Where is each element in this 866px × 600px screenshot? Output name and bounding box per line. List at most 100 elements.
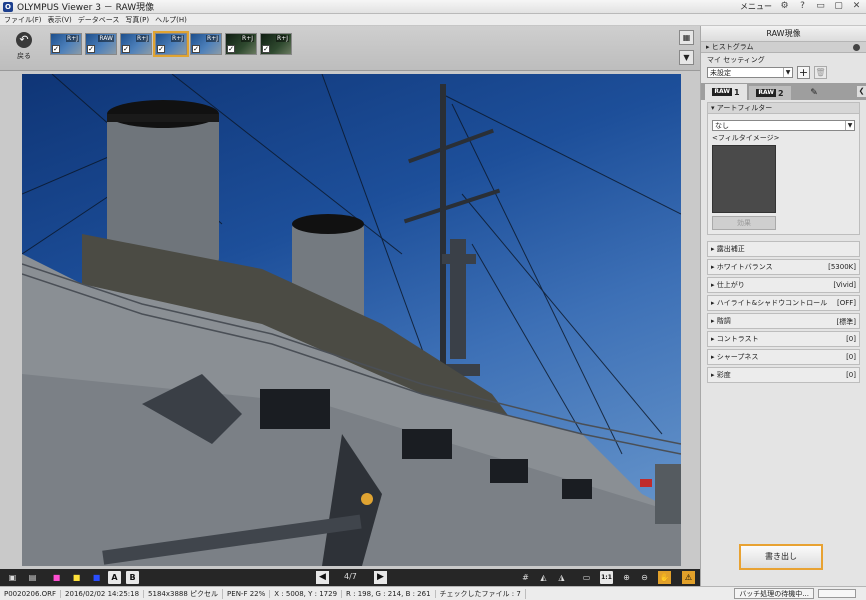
tab-raw-1[interactable]: RAW 1 [705, 84, 747, 100]
prop-value: [OFF] [836, 299, 856, 307]
prop-label: 仕上がり [716, 281, 745, 289]
my-setting-value: 未設定 [710, 69, 731, 77]
status-filename: P0020206.ORF [0, 589, 62, 598]
thumbnail[interactable]: R+J ✓ [260, 33, 292, 55]
filter-image-label: <フィルタイメージ> [712, 134, 780, 142]
thumbnail[interactable]: R+J ✓ [225, 33, 257, 55]
gradation-row[interactable]: ▸ 階調 [標準] [707, 313, 860, 329]
zoom-out-icon[interactable]: ⊖ [638, 571, 651, 584]
view-b-button[interactable]: B [126, 571, 139, 584]
menu-button[interactable]: メニュー [740, 1, 772, 12]
thumbnail-checkbox[interactable]: ✓ [122, 45, 130, 53]
thumbnail-checkbox[interactable]: ✓ [192, 45, 200, 53]
thumbnail[interactable]: RAW ✓ [85, 33, 117, 55]
copy-view-icon[interactable]: ▤ [26, 571, 39, 584]
grid-icon[interactable]: # [519, 571, 532, 584]
label-yellow-icon[interactable]: ■ [70, 571, 83, 584]
histogram-toggle-icon[interactable] [853, 44, 860, 51]
raw-badge: RAW [756, 89, 777, 97]
export-button[interactable]: 書き出し [739, 544, 823, 570]
prop-label: ホワイトバランス [716, 263, 773, 271]
tab-number: 1 [734, 87, 740, 97]
thumbnail-tag: RAW [98, 35, 114, 42]
saturation-row[interactable]: ▸ 彩度 [0] [707, 367, 860, 383]
filmstrip: ↶ 戻る R+J ✓ RAW ✓ R+J ✓ R+J ✓ R+J ✓ R+J ✓ R+J ✓ … [0, 26, 700, 71]
status-coordinates: X : 5008, Y : 1729 [270, 589, 343, 598]
menu-view[interactable]: 表示(V) [48, 15, 72, 25]
menu-photo[interactable]: 写真(P) [125, 15, 149, 25]
exposure-compensation-row[interactable]: ▸ 露出補正 [707, 241, 860, 257]
highlight-shadow-row[interactable]: ▸ ハイライト&シャドウコントロール [OFF] [707, 295, 860, 311]
thumbnail[interactable]: R+J ✓ [190, 33, 222, 55]
preview-image[interactable] [22, 74, 681, 566]
thumbnail[interactable]: R+J ✓ [120, 33, 152, 55]
minimize-icon[interactable]: ▭ [815, 1, 826, 12]
back-arrow-icon: ↶ [16, 32, 32, 48]
tab-raw-2[interactable]: RAW 2 [749, 86, 791, 100]
adjustment-list: ▸ 露出補正 ▸ ホワイトバランス [5300K] ▸ 仕上がり [Vivid] ▸… [707, 241, 860, 383]
app-logo-icon: O [3, 1, 13, 12]
label-magenta-icon[interactable]: ■ [50, 571, 63, 584]
zoom-in-icon[interactable]: ⊕ [620, 571, 633, 584]
prop-value: [0] [846, 371, 856, 379]
raw-development-panel: RAW現像 ▸ ヒストグラム マイ セッティング 未設定 ▼ + 🗑 RAW 1… [700, 26, 866, 586]
thumbnail-tag: R+J [171, 35, 184, 42]
thumbnail-checkbox[interactable]: ✓ [227, 45, 235, 53]
menu-database[interactable]: データベース [78, 15, 120, 25]
status-datetime: 2016/02/02 14:25:18 [61, 589, 145, 598]
add-setting-button[interactable]: + [797, 66, 810, 79]
thumbnail-tag: R+J [66, 35, 79, 42]
actual-size-button[interactable]: 1:1 [600, 571, 613, 584]
tab-scroll-icon[interactable]: ❮ [857, 86, 866, 97]
prop-value: [0] [846, 335, 856, 343]
filmstrip-dropdown-icon[interactable]: ▼ [679, 50, 694, 65]
effect-button[interactable]: 効果 [712, 216, 776, 230]
histogram-section[interactable]: ▸ ヒストグラム [701, 42, 866, 53]
my-setting-select[interactable]: 未設定 ▼ [707, 67, 793, 78]
my-setting-label: マイ セッティング [707, 56, 765, 64]
thumbnail-checkbox[interactable]: ✓ [157, 45, 165, 53]
previous-image-button[interactable]: ◀ [316, 571, 329, 584]
thumbnail-tag: R+J [136, 35, 149, 42]
prop-label: 露出補正 [716, 245, 745, 253]
thumbnail-checkbox[interactable]: ✓ [52, 45, 60, 53]
histogram-label: ヒストグラム [711, 43, 754, 51]
next-image-button[interactable]: ▶ [374, 571, 387, 584]
delete-setting-button[interactable]: 🗑 [814, 66, 827, 79]
label-blue-icon[interactable]: ■ [90, 571, 103, 584]
status-bar: P0020206.ORF 2016/02/02 14:25:18 5184x38… [0, 586, 866, 600]
bottom-toolbar: ▣ ▤ ■ ■ ■ A B ◀ 4/7 ▶ # ◭ ◮ ▭ 1:1 ⊕ ⊖ ✋ … [0, 569, 700, 586]
panel-title: RAW現像 [701, 26, 866, 42]
prop-value: [5300K] [828, 263, 856, 271]
shadow-warning-icon[interactable]: ◮ [555, 571, 568, 584]
contrast-row[interactable]: ▸ コントラスト [0] [707, 331, 860, 347]
thumbnail-checkbox[interactable]: ✓ [262, 45, 270, 53]
art-filter-label: アートフィルター [716, 104, 773, 112]
highlight-warning-icon[interactable]: ◭ [537, 571, 550, 584]
ship-photo [22, 74, 681, 566]
settings-gear-icon[interactable]: ⚙ [779, 1, 790, 12]
art-filter-select[interactable]: なし ▼ [712, 120, 855, 131]
tab-edit-pencil-icon[interactable]: ✎ [793, 86, 835, 100]
thumbnail[interactable]: R+J ✓ [50, 33, 82, 55]
back-button[interactable]: ↶ 戻る [8, 32, 40, 66]
help-icon[interactable]: ? [797, 1, 808, 12]
prop-label: シャープネス [716, 353, 759, 361]
thumbnail-checkbox[interactable]: ✓ [87, 45, 95, 53]
sharpness-row[interactable]: ▸ シャープネス [0] [707, 349, 860, 365]
tab-number: 2 [778, 88, 784, 98]
warning-icon[interactable]: ⚠ [682, 571, 695, 584]
fit-screen-icon[interactable]: ▭ [580, 571, 593, 584]
menu-file[interactable]: ファイル(F) [4, 15, 42, 25]
picture-mode-row[interactable]: ▸ 仕上がり [Vivid] [707, 277, 860, 293]
view-a-button[interactable]: A [108, 571, 121, 584]
thumbnail-selected[interactable]: R+J ✓ [153, 31, 189, 57]
filmstrip-settings-icon[interactable]: ▦ [679, 30, 694, 45]
art-filter-header[interactable]: ▾ アートフィルター [708, 103, 859, 114]
hand-tool-icon[interactable]: ✋ [658, 571, 671, 584]
menu-help[interactable]: ヘルプ(H) [155, 15, 187, 25]
compare-view-icon[interactable]: ▣ [6, 571, 19, 584]
close-icon[interactable]: ✕ [851, 1, 862, 12]
maximize-icon[interactable]: ▢ [833, 1, 844, 12]
white-balance-row[interactable]: ▸ ホワイトバランス [5300K] [707, 259, 860, 275]
